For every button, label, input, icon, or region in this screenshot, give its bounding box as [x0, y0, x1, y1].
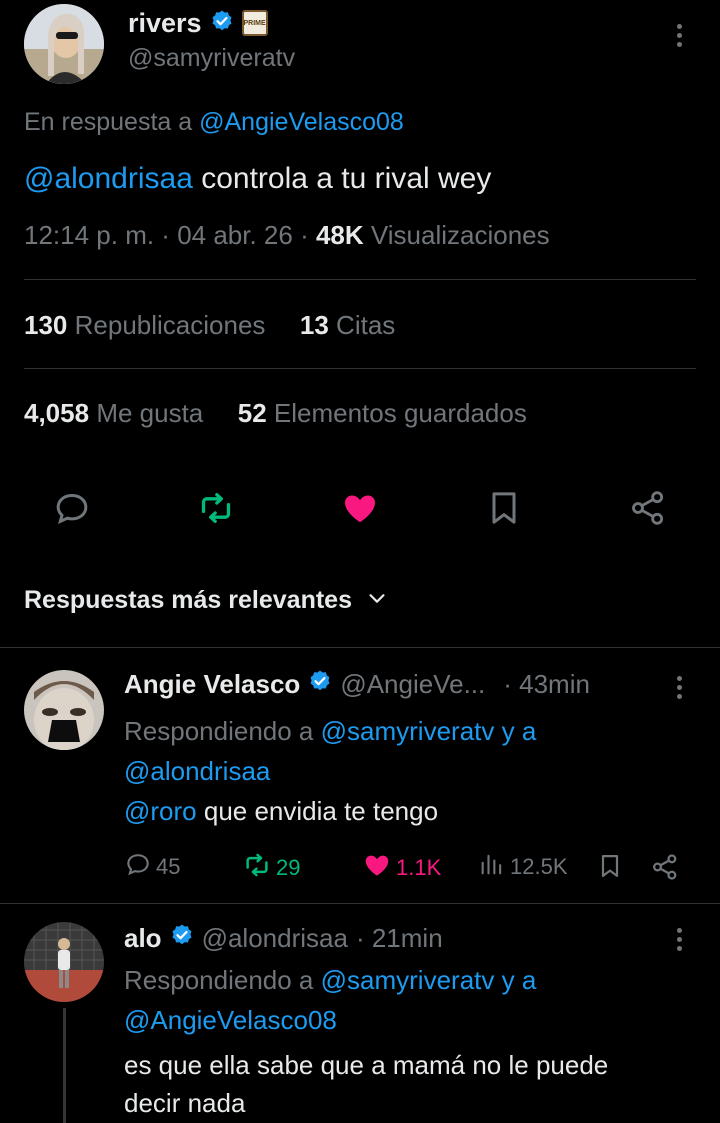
reply-icon	[124, 850, 152, 884]
divider	[24, 279, 696, 280]
bookmarks-stat[interactable]: 52 Elementos guardados	[238, 398, 527, 428]
reply-context-prefix: En respuesta a	[24, 108, 193, 136]
repost-count: 29	[276, 855, 301, 880]
repost-icon[interactable]	[194, 486, 238, 530]
verified-badge-icon	[210, 9, 234, 38]
responding-prefix: Respondiendo a	[124, 716, 314, 746]
like-count: 1.1K	[396, 855, 442, 880]
tweet-meta: 12:14 p. m. · 04 abr. 26 · 48K Visualiza…	[24, 220, 550, 250]
more-options-icon[interactable]	[677, 676, 683, 703]
reply-mention-link[interactable]: @roro	[124, 796, 197, 826]
reposts-stat[interactable]: 130 Republicaciones	[24, 310, 265, 340]
reply-icon[interactable]	[50, 486, 94, 530]
bookmark-icon[interactable]	[482, 486, 526, 530]
reply-author-handle[interactable]: @AngieVe...	[340, 669, 485, 700]
views-label: Visualizaciones	[370, 220, 550, 250]
reply-text: que envidia te tengo	[196, 796, 439, 826]
divider	[0, 903, 720, 904]
reply-like-button[interactable]: 1.1K	[362, 850, 441, 886]
likes-stat[interactable]: 4,058 Me gusta	[24, 398, 203, 428]
author-avatar[interactable]	[24, 4, 104, 84]
thread-line	[63, 1008, 66, 1123]
divider	[0, 647, 720, 648]
reply-count: 45	[156, 854, 181, 879]
quotes-stat[interactable]: 13 Citas	[300, 310, 395, 340]
reply-author-handle[interactable]: @alondrisaa	[202, 923, 348, 954]
like-icon[interactable]	[338, 486, 382, 530]
like-icon	[362, 850, 392, 886]
share-icon[interactable]	[626, 486, 670, 530]
reply-time[interactable]: · 43min	[503, 669, 590, 700]
prime-badge: PRIME	[241, 10, 268, 36]
responding-to-link[interactable]: @AngieVelasco08	[124, 1005, 337, 1035]
reply-author-name[interactable]: Angie Velasco	[124, 669, 300, 700]
verified-badge-icon	[308, 669, 332, 700]
more-options-icon[interactable]	[677, 24, 683, 51]
reply-time[interactable]: · 21min	[356, 923, 443, 954]
author-display-name[interactable]: rivers	[128, 8, 202, 39]
chevron-down-icon	[366, 587, 388, 614]
tweet-time[interactable]: 12:14 p. m.	[24, 220, 154, 250]
verified-badge-icon	[170, 923, 194, 954]
views-count: 12.5K	[510, 854, 568, 879]
tweet-mention-link[interactable]: @alondrisaa	[24, 162, 193, 195]
reply-text: es que ella sabe que a mamá no le puede …	[124, 1050, 609, 1118]
responding-to-link[interactable]: @samyriveratv y a	[321, 965, 537, 995]
reply-avatar[interactable]	[24, 922, 104, 1002]
tweet-date[interactable]: 04 abr. 26	[177, 220, 293, 250]
reply-to-link[interactable]: @AngieVelasco08	[199, 108, 404, 136]
reply-views-button[interactable]: 12.5K	[478, 850, 568, 884]
responding-prefix: Respondiendo a	[124, 965, 314, 995]
divider	[24, 368, 696, 369]
responding-to-link[interactable]: @alondrisaa	[124, 756, 270, 786]
responding-to-link[interactable]: @samyriveratv y a	[321, 716, 537, 746]
views-icon	[478, 850, 506, 884]
more-options-icon[interactable]	[677, 928, 683, 955]
author-handle[interactable]: @samyriveratv	[128, 44, 295, 73]
replies-sort-dropdown[interactable]: Respuestas más relevantes	[24, 586, 388, 615]
bookmark-icon[interactable]	[594, 850, 626, 882]
reply-avatar[interactable]	[24, 670, 104, 750]
reply-replies-button[interactable]: 45	[124, 850, 180, 884]
share-icon[interactable]	[648, 850, 682, 884]
reply-author-name[interactable]: alo	[124, 923, 162, 954]
repost-icon	[242, 850, 272, 886]
views-count: 48K	[315, 220, 364, 250]
tweet-text: controla a tu rival wey	[192, 162, 492, 195]
reply-repost-button[interactable]: 29	[242, 850, 300, 886]
replies-header-label: Respuestas más relevantes	[24, 586, 352, 614]
